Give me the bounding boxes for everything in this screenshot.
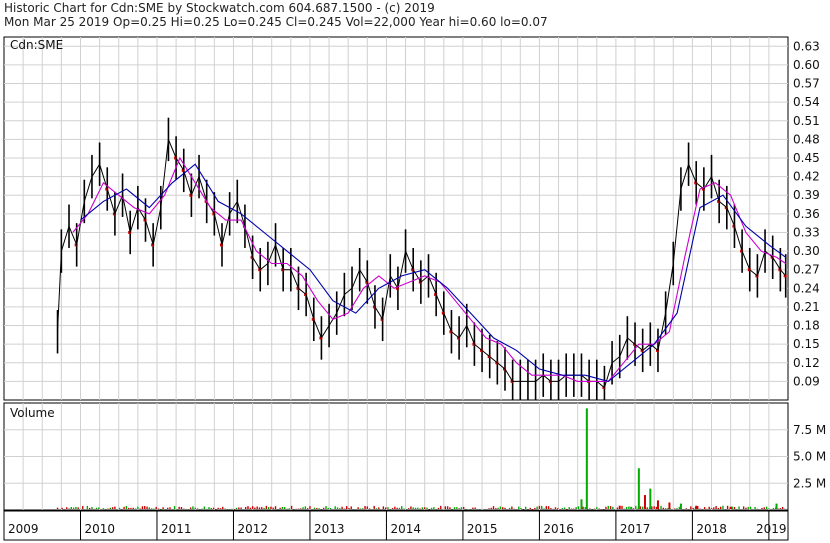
- price-panel-title: Cdn:SME: [10, 38, 63, 52]
- year-tick-label: 2016: [543, 522, 574, 536]
- volume-tick-label: 7.5 M: [793, 423, 826, 437]
- volume-panel-title: Volume: [10, 406, 55, 420]
- year-tick-label: 2011: [161, 522, 192, 536]
- price-tick-label: 0.60: [793, 58, 820, 72]
- price-tick-label: 0.36: [793, 207, 820, 221]
- price-tick-label: 0.18: [793, 319, 820, 333]
- year-tick-label: 2018: [696, 522, 727, 536]
- stock-chart: 0.63 0.60 0.57 0.54 0.51 0.48 0.45 0.42 0.39 0.36…: [3, 36, 826, 541]
- price-tick-label: 0.42: [793, 170, 820, 184]
- price-tick-label: 0.27: [793, 263, 820, 277]
- price-tick-label: 0.12: [793, 356, 820, 370]
- price-tick-label: 0.30: [793, 244, 820, 258]
- price-tick-label: 0.63: [793, 39, 820, 53]
- price-tick-label: 0.57: [793, 77, 820, 91]
- year-tick-label: 2014: [390, 522, 421, 536]
- year-tick-label: 2019: [756, 522, 787, 536]
- price-tick-label: 0.51: [793, 114, 820, 128]
- price-tick-label: 0.21: [793, 300, 820, 314]
- year-tick-label: 2009: [8, 522, 39, 536]
- chart-page: Historic Chart for Cdn:SME by Stockwatch…: [0, 0, 830, 543]
- price-tick-label: 0.15: [793, 337, 820, 351]
- year-tick-label: 2017: [620, 522, 651, 536]
- price-panel: [3, 36, 789, 401]
- year-tick-label: 2010: [84, 522, 115, 536]
- year-tick-label: 2013: [314, 522, 345, 536]
- year-tick-label: 2015: [467, 522, 498, 536]
- year-tick-label: 2012: [237, 522, 268, 536]
- price-tick-label: 0.09: [793, 374, 820, 388]
- price-tick-label: 0.33: [793, 225, 820, 239]
- price-tick-label: 0.48: [793, 132, 820, 146]
- volume-tick-label: 2.5 M: [793, 476, 826, 490]
- price-tick-label: 0.24: [793, 281, 820, 295]
- volume-tick-label: 5.0 M: [793, 450, 826, 464]
- price-tick-label: 0.39: [793, 188, 820, 202]
- price-tick-label: 0.54: [793, 95, 820, 109]
- price-tick-label: 0.45: [793, 151, 820, 165]
